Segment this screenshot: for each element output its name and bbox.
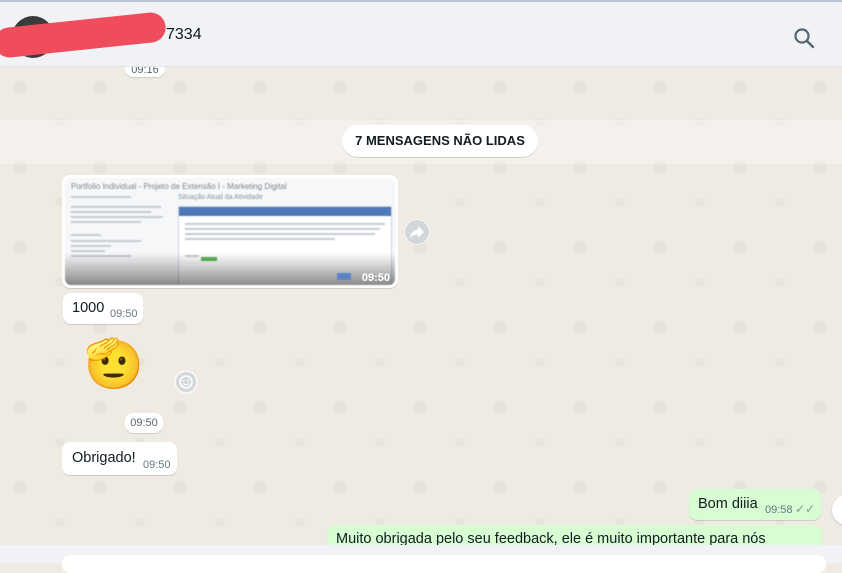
message-feedback[interactable]: Muito obrigada pelo seu feedback, ele é … (328, 525, 822, 545)
previous-time: 09:16 (131, 67, 159, 76)
search-button[interactable] (792, 26, 816, 50)
message-time: 09:50 (143, 459, 171, 471)
message-obrigado[interactable]: Obrigado! 09:50 (62, 442, 177, 475)
message-time: 09:58 (765, 504, 793, 516)
emoji-reaction-icon (176, 372, 196, 392)
chat-area[interactable]: 09:16 7 MENSAGENS NÃO LIDAS Portfolio In… (0, 67, 842, 545)
double-check-icon: ✓✓ (795, 502, 816, 516)
reaction-button[interactable] (174, 370, 198, 394)
image-message[interactable]: Portfolio Individual - Projeto de Extens… (62, 175, 398, 288)
emoji-time: 09:50 (130, 417, 158, 429)
message-input[interactable] (62, 555, 826, 573)
unread-divider: 7 MENSAGENS NÃO LIDAS (342, 125, 538, 157)
message-1000[interactable]: 1000 09:50 (63, 293, 143, 324)
emoji-message[interactable]: 🫡 (84, 335, 144, 395)
message-time: 09:50 (110, 308, 138, 320)
emoji-time-pill: 09:50 (125, 413, 163, 433)
composer-bar (0, 545, 842, 573)
message-text: Bom diiia (698, 496, 758, 512)
scroll-down-button[interactable] (832, 495, 842, 525)
forward-icon (405, 220, 429, 244)
image-title-text: Portfolio Individual - Projeto de Extens… (71, 182, 287, 191)
message-text: Muito obrigada pelo seu feedback, ele é … (336, 531, 766, 545)
image-panel-heading: Situação Atual da Atividade (178, 194, 263, 201)
message-text: Obrigado! (72, 450, 136, 466)
message-text: 1000 (72, 300, 105, 316)
contact-name[interactable]: 7334 (166, 26, 202, 44)
image-thumbnail: Portfolio Individual - Projeto de Extens… (65, 178, 395, 285)
chat-header: 7334 (0, 2, 842, 67)
previous-time-label: 09:16 (125, 67, 165, 77)
forward-button[interactable] (404, 219, 430, 245)
message-bom-dia[interactable]: Bom diiia 09:58 ✓✓ (689, 489, 821, 520)
search-icon (794, 28, 815, 49)
image-time: 09:50 (361, 272, 390, 284)
